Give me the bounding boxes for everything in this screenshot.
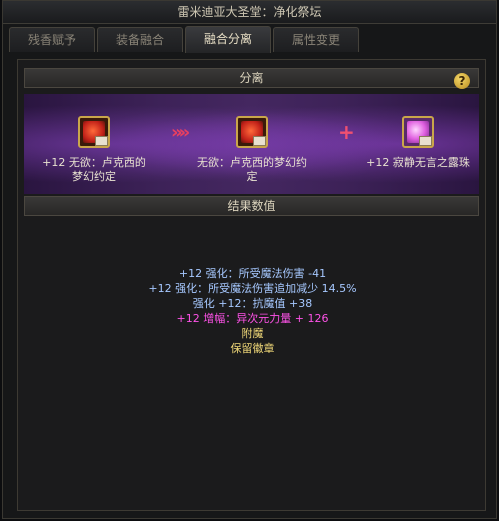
separation-panel: 分离 ? +12 无欲：卢克西的梦幻约定 »» 无欲：卢克西的梦幻约定 + +1… (17, 59, 486, 511)
separation-title: 分离 (239, 71, 264, 85)
result-line: +12 强化：所受魔法伤害 -41 (178, 267, 327, 280)
item-banner: +12 无欲：卢克西的梦幻约定 »» 无欲：卢克西的梦幻约定 + +12 寂静无… (24, 94, 479, 194)
tab-bar: 残香赋予 装备融合 融合分离 属性变更 (9, 26, 489, 53)
result-item-label: 无欲：卢克西的梦幻约定 (197, 156, 307, 183)
result-line-emblem: 保留徽章 (230, 342, 275, 355)
dewdrop-item-label: +12 寂静无言之露珠 (366, 156, 470, 169)
result-line-enchant: 附魔 (241, 327, 264, 340)
source-item-icon[interactable] (78, 116, 110, 148)
result-line: 强化 +12：抗魔值 +38 (192, 297, 313, 310)
tab-attribute-change[interactable]: 属性变更 (273, 27, 359, 52)
dewdrop-item-icon[interactable] (402, 116, 434, 148)
tab-fusion-separation[interactable]: 融合分离 (185, 26, 271, 53)
separation-header: 分离 ? (24, 68, 479, 89)
altar-window: 雷米迪亚大圣堂：净化祭坛 残香赋予 装备融合 融合分离 属性变更 分离 ? +1… (2, 0, 497, 519)
window-title: 雷米迪亚大圣堂：净化祭坛 (3, 1, 496, 24)
tab-residual-scent[interactable]: 残香赋予 (9, 27, 95, 52)
tab-equipment-fusion[interactable]: 装备融合 (97, 27, 183, 52)
result-item-icon[interactable] (236, 116, 268, 148)
results-list: +12 强化：所受魔法伤害 -41 +12 强化：所受魔法伤害追加减少 14.5… (18, 266, 487, 356)
help-icon[interactable]: ? (454, 73, 470, 89)
arrow-right-icon: »» (171, 122, 190, 143)
plus-icon: + (338, 120, 355, 144)
source-item-label: +12 无欲：卢克西的梦幻约定 (42, 156, 146, 183)
result-line: +12 强化：所受魔法伤害追加减少 14.5% (148, 282, 357, 295)
results-header: 结果数值 (24, 196, 479, 216)
result-line-amplify: +12 增幅：异次元力量 + 126 (176, 312, 329, 325)
